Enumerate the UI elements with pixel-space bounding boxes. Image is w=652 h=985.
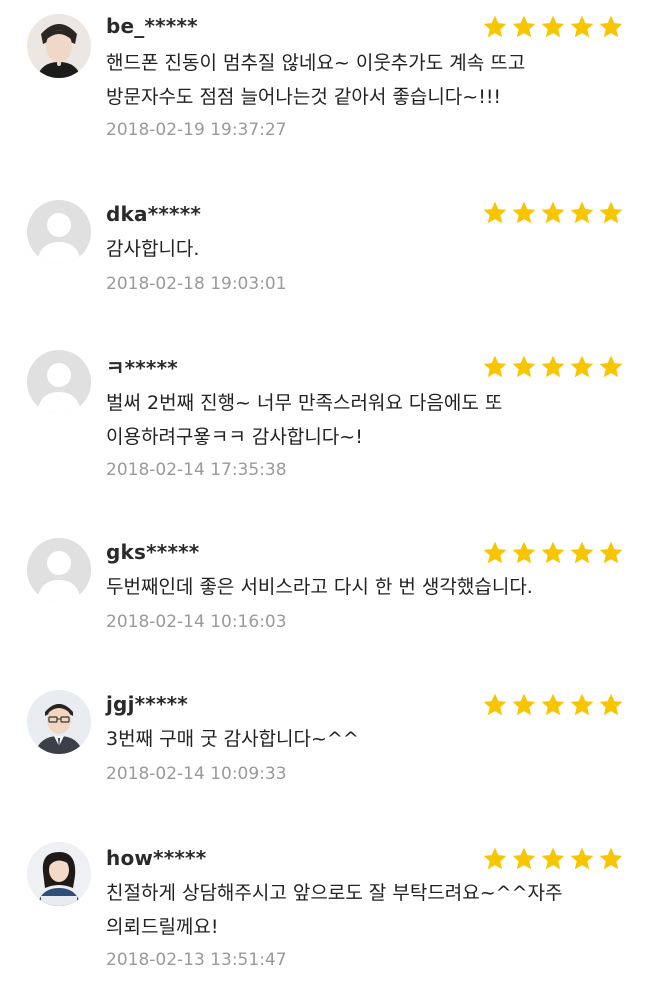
star-icon <box>483 355 507 378</box>
star-icon <box>570 693 594 716</box>
star-icon <box>541 201 565 224</box>
review-list: be_***** 핸드폰 진동이 멈추질 않네요~ 이웃추가도 계속 뜨고 방문… <box>0 0 652 985</box>
comment-line: 두번째인데 좋은 서비스라고 다시 한 번 생각했습니다. <box>106 576 533 598</box>
star-icon <box>512 15 536 38</box>
star-icon <box>570 541 594 564</box>
user-photo-icon <box>27 842 91 906</box>
user-avatar <box>27 690 91 754</box>
user-avatar <box>27 200 91 264</box>
username: jgj***** <box>106 692 188 716</box>
user-photo-icon <box>27 14 91 78</box>
star-icon <box>512 355 536 378</box>
user-avatar <box>27 350 91 414</box>
comment-line: 친절하게 상담해주시고 앞으로도 잘 부탁드려요~^^자주 <box>106 882 563 904</box>
star-icon <box>483 847 507 870</box>
comment-line: 핸드폰 진동이 멈추질 않네요~ 이웃추가도 계속 뜨고 <box>106 52 526 74</box>
review-timestamp: 2018-02-13 13:51:47 <box>106 950 287 970</box>
star-icon <box>599 693 623 716</box>
default-avatar-icon <box>27 200 91 264</box>
review-timestamp: 2018-02-18 19:03:01 <box>106 274 287 294</box>
comment-line: 의뢰드릴께요! <box>106 916 219 938</box>
star-icon <box>599 541 623 564</box>
review-timestamp: 2018-02-14 10:09:33 <box>106 764 287 784</box>
user-avatar <box>27 14 91 78</box>
review-comment: 친절하게 상담해주시고 앞으로도 잘 부탁드려요~^^자주 의뢰드릴께요! <box>106 876 606 944</box>
star-icon <box>512 201 536 224</box>
review-comment: 핸드폰 진동이 멈추질 않네요~ 이웃추가도 계속 뜨고 방문자수도 점점 늘어… <box>106 46 606 114</box>
rating-stars <box>482 692 624 718</box>
star-icon <box>541 693 565 716</box>
username: ㅋ***** <box>106 356 178 380</box>
star-icon <box>541 541 565 564</box>
star-icon <box>599 355 623 378</box>
comment-line: 감사합니다. <box>106 238 200 260</box>
star-icon <box>599 201 623 224</box>
default-avatar-icon <box>27 350 91 414</box>
username: how***** <box>106 846 207 870</box>
comment-line: 방문자수도 점점 늘어나는것 같아서 좋습니다~!!! <box>106 86 502 108</box>
user-avatar <box>27 842 91 906</box>
star-icon <box>570 847 594 870</box>
star-icon <box>541 15 565 38</box>
user-photo-icon <box>27 690 91 754</box>
review-comment: 3번째 구매 굿 감사합니다~^^ <box>106 722 606 756</box>
username: dka***** <box>106 202 202 226</box>
user-avatar <box>27 538 91 602</box>
star-icon <box>512 847 536 870</box>
review-timestamp: 2018-02-14 17:35:38 <box>106 460 287 480</box>
rating-stars <box>482 354 624 380</box>
star-icon <box>570 201 594 224</box>
star-icon <box>512 541 536 564</box>
comment-line: 3번째 구매 굿 감사합니다~^^ <box>106 728 359 750</box>
review-timestamp: 2018-02-19 19:37:27 <box>106 120 287 140</box>
rating-stars <box>482 14 624 40</box>
star-icon <box>483 541 507 564</box>
review-timestamp: 2018-02-14 10:16:03 <box>106 612 287 632</box>
star-icon <box>541 847 565 870</box>
star-icon <box>599 15 623 38</box>
review-comment: 두번째인데 좋은 서비스라고 다시 한 번 생각했습니다. <box>106 570 606 604</box>
username: gks***** <box>106 540 200 564</box>
star-icon <box>570 15 594 38</box>
comment-line: 이용하려구욯ㅋㅋ 감사합니다~! <box>106 426 363 448</box>
review-comment: 벌써 2번째 진행~ 너무 만족스러워요 다음에도 또 이용하려구욯ㅋㅋ 감사합… <box>106 386 606 454</box>
star-icon <box>541 355 565 378</box>
star-icon <box>512 693 536 716</box>
star-icon <box>483 15 507 38</box>
review-comment: 감사합니다. <box>106 232 606 266</box>
star-icon <box>570 355 594 378</box>
star-icon <box>483 693 507 716</box>
comment-line: 벌써 2번째 진행~ 너무 만족스러워요 다음에도 또 <box>106 392 503 414</box>
star-icon <box>599 847 623 870</box>
rating-stars <box>482 540 624 566</box>
rating-stars <box>482 846 624 872</box>
rating-stars <box>482 200 624 226</box>
star-icon <box>483 201 507 224</box>
username: be_***** <box>106 14 198 38</box>
default-avatar-icon <box>27 538 91 602</box>
